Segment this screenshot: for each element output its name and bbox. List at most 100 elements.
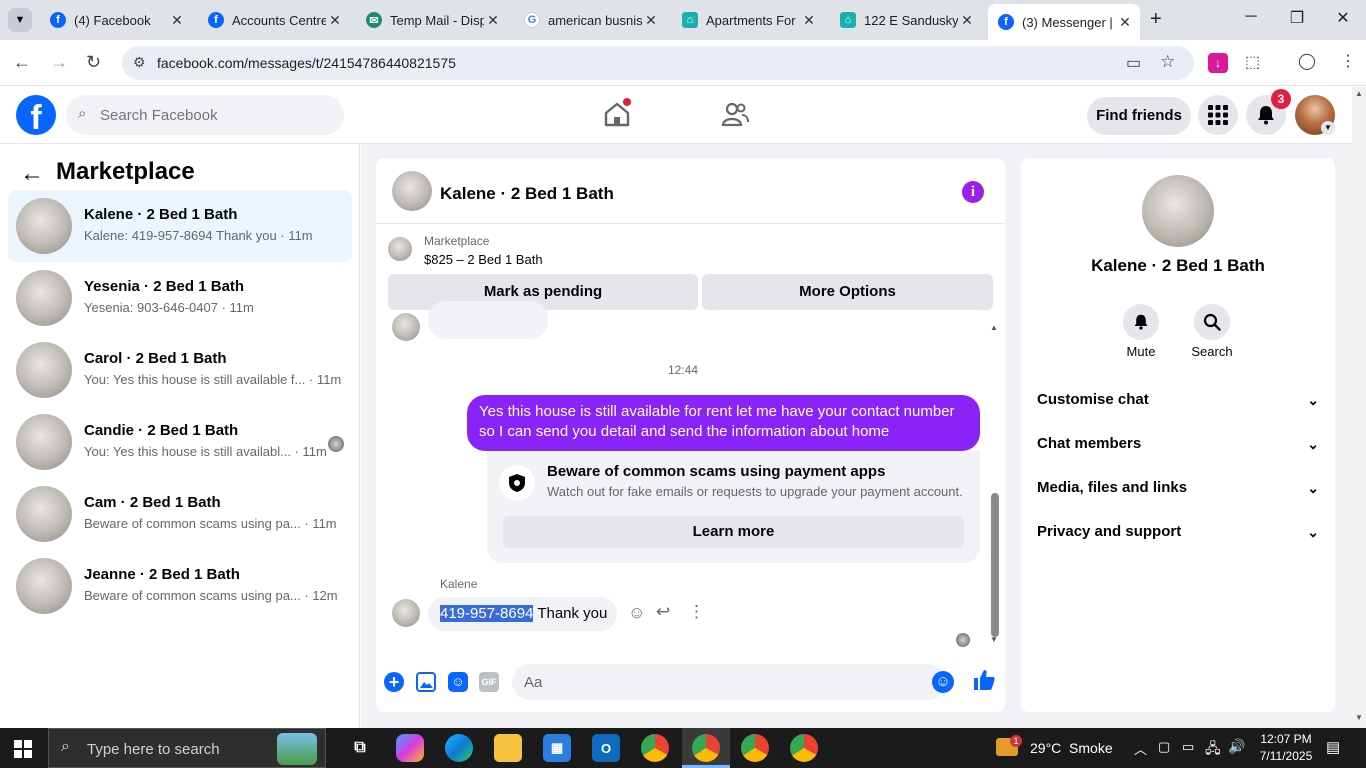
minimize-button[interactable]: ─: [1236, 8, 1266, 26]
microsoft-store-icon[interactable]: ▦: [543, 734, 571, 762]
listing-summary[interactable]: $825 – 2 Bed 1 Bath: [424, 252, 543, 267]
react-emoji-icon[interactable]: ☺: [628, 603, 645, 623]
copilot-icon[interactable]: [396, 734, 424, 762]
conversation-item[interactable]: Candie · 2 Bed 1 Bath You: Yes this hous…: [8, 406, 352, 478]
sticker-icon[interactable]: ☺: [448, 672, 468, 692]
outlook-icon[interactable]: O: [592, 734, 620, 762]
reload-icon[interactable]: ↻: [86, 52, 101, 73]
facebook-logo-icon[interactable]: f: [16, 95, 56, 135]
scroll-down-arrow[interactable]: ▼: [1355, 713, 1363, 722]
close-icon[interactable]: ✕: [168, 12, 186, 29]
scroll-thumb[interactable]: [991, 493, 999, 637]
more-actions-plus-icon[interactable]: +: [384, 672, 404, 692]
home-icon[interactable]: [602, 98, 632, 129]
bookmark-star-icon[interactable]: ☆: [1160, 52, 1175, 72]
profile-icon[interactable]: ◯: [1298, 51, 1316, 71]
site-info-icon[interactable]: ⚙: [133, 54, 146, 71]
clock-time[interactable]: 12:07 PM: [1254, 732, 1318, 746]
close-icon[interactable]: ✕: [800, 12, 818, 29]
outgoing-message[interactable]: Yes this house is still available for re…: [467, 395, 980, 451]
tab-search-button[interactable]: ▼: [8, 8, 32, 32]
taskbar-search[interactable]: ⌕: [48, 728, 326, 768]
conversation-item[interactable]: Jeanne · 2 Bed 1 Bath Beware of common s…: [8, 550, 352, 622]
browser-tab[interactable]: f Accounts Centre ✕: [198, 6, 350, 34]
scroll-up-arrow[interactable]: ▲: [1355, 89, 1363, 98]
conversation-item[interactable]: Kalene · 2 Bed 1 Bath Kalene: 419-957-86…: [8, 190, 352, 262]
forward-arrow-icon[interactable]: →: [50, 52, 68, 73]
info-icon[interactable]: i: [962, 181, 984, 203]
conversation-item[interactable]: Cam · 2 Bed 1 Bath Beware of common scam…: [8, 478, 352, 550]
privacy-support-section[interactable]: Privacy and support ⌄: [1037, 512, 1319, 552]
chrome-profile-icon[interactable]: [741, 734, 769, 762]
customise-chat-section[interactable]: Customise chat ⌄: [1037, 380, 1319, 420]
chrome-profile-icon[interactable]: [692, 734, 720, 762]
message-input[interactable]: [512, 664, 946, 700]
chrome-profile-icon[interactable]: [790, 734, 818, 762]
extension-download-icon[interactable]: ↓: [1208, 53, 1228, 73]
listing-thumbnail[interactable]: [388, 237, 412, 261]
scroll-up-arrow[interactable]: ▲: [990, 323, 998, 332]
close-icon[interactable]: ✕: [484, 12, 502, 29]
facebook-search[interactable]: ⌕: [66, 95, 344, 135]
chat-members-section[interactable]: Chat members ⌄: [1037, 424, 1319, 464]
menu-grid-button[interactable]: [1198, 95, 1238, 135]
page-scrollbar[interactable]: ▲ ▼: [1352, 87, 1366, 728]
chrome-icon[interactable]: [641, 734, 669, 762]
task-view-icon[interactable]: ⧉: [346, 734, 374, 762]
browser-tab[interactable]: ✉ Temp Mail - Disp ✕: [356, 6, 508, 34]
more-options-button[interactable]: More Options: [702, 274, 993, 310]
scroll-down-arrow[interactable]: ▼: [990, 635, 998, 644]
emoji-picker-icon[interactable]: ☺: [932, 671, 954, 693]
mute-button[interactable]: [1123, 304, 1159, 340]
search-conversation-button[interactable]: [1194, 304, 1230, 340]
photo-gallery-icon[interactable]: [416, 672, 436, 692]
message-scrollbar[interactable]: ▲ ▼: [990, 321, 1000, 651]
back-arrow-icon[interactable]: ←: [13, 52, 31, 73]
find-friends-button[interactable]: Find friends: [1087, 97, 1191, 135]
restore-button[interactable]: ❐: [1282, 8, 1312, 28]
meet-now-icon[interactable]: ▢: [1158, 739, 1170, 755]
media-files-links-section[interactable]: Media, files and links ⌄: [1037, 468, 1319, 508]
windows-start-icon[interactable]: [14, 740, 32, 758]
clock-date[interactable]: 7/11/2025: [1254, 749, 1318, 763]
close-icon[interactable]: ✕: [642, 12, 660, 29]
browser-tab-active[interactable]: f (3) Messenger | F ✕: [988, 4, 1140, 40]
reply-arrow-icon[interactable]: ↩: [656, 602, 670, 622]
browser-tab[interactable]: G american busnis ✕: [514, 6, 666, 34]
avatar[interactable]: [1142, 175, 1214, 247]
close-icon[interactable]: ✕: [326, 12, 344, 29]
account-chevron-icon[interactable]: ▼: [1321, 121, 1335, 135]
browser-tab[interactable]: ⌂ Apartments For ✕: [672, 6, 824, 34]
extensions-puzzle-icon[interactable]: ⬚: [1245, 52, 1260, 72]
install-app-icon[interactable]: ▭: [1126, 53, 1141, 73]
notification-center-icon[interactable]: ▤: [1326, 738, 1340, 756]
browser-tab[interactable]: f (4) Facebook ✕: [40, 6, 192, 34]
new-tab-button[interactable]: +: [1150, 8, 1162, 31]
facebook-search-input[interactable]: [100, 95, 338, 135]
close-icon[interactable]: ✕: [1116, 14, 1134, 31]
learn-more-button[interactable]: Learn more: [503, 516, 964, 548]
browser-menu-icon[interactable]: ⋮: [1340, 51, 1356, 71]
address-bar[interactable]: ⚙ facebook.com/messages/t/24154786440821…: [122, 46, 1194, 80]
edge-icon[interactable]: [445, 734, 473, 762]
conversation-item[interactable]: Yesenia · 2 Bed 1 Bath Yesenia: 903-646-…: [8, 262, 352, 334]
conversation-item[interactable]: Carol · 2 Bed 1 Bath You: Yes this house…: [8, 334, 352, 406]
avatar[interactable]: [392, 171, 432, 211]
volume-icon[interactable]: 🔊: [1228, 738, 1245, 755]
gif-icon[interactable]: GIF: [479, 672, 499, 692]
friends-icon[interactable]: [720, 100, 750, 130]
chevron-up-icon[interactable]: ︿: [1134, 739, 1147, 758]
network-icon[interactable]: 🖧: [1205, 738, 1221, 762]
incoming-message[interactable]: 419-957-8694 Thank you: [428, 597, 617, 631]
thumbs-up-icon[interactable]: [972, 668, 996, 697]
close-window-button[interactable]: ✕: [1328, 8, 1358, 28]
more-actions-icon[interactable]: ⋮: [688, 602, 705, 622]
chat-title[interactable]: Kalene · 2 Bed 1 Bath: [440, 184, 614, 204]
file-explorer-icon[interactable]: [494, 734, 522, 762]
selected-phone-number[interactable]: 419-957-8694: [440, 605, 534, 622]
browser-tab[interactable]: ⌂ 122 E Sandusky ✕: [830, 6, 982, 34]
battery-icon[interactable]: ▭: [1182, 739, 1194, 755]
back-arrow-icon[interactable]: ←: [20, 160, 44, 188]
weather-text[interactable]: 29°C Smoke: [1030, 740, 1113, 756]
taskbar-search-input[interactable]: [87, 737, 267, 761]
